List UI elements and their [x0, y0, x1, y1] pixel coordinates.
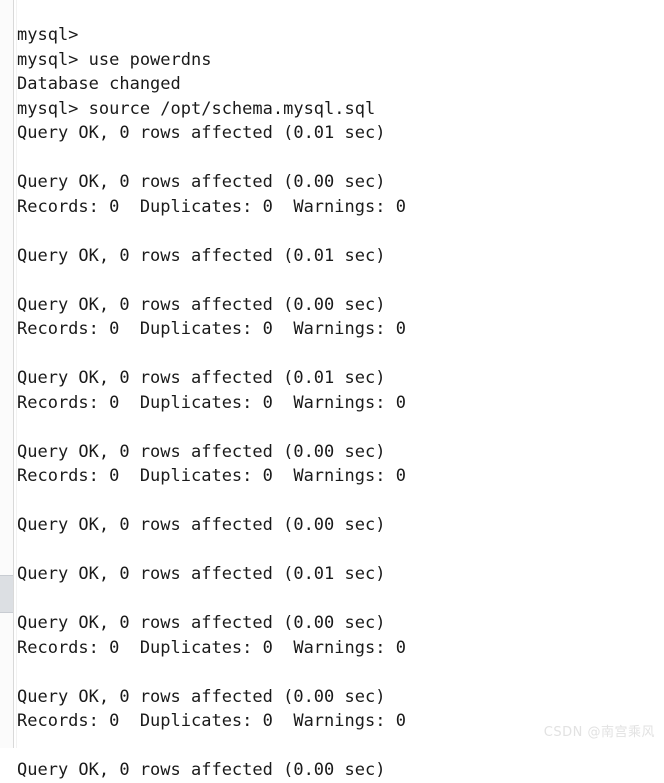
terminal-line: Database changed: [17, 74, 181, 94]
terminal-line: Records: 0 Duplicates: 0 Warnings: 0: [17, 637, 406, 658]
scrollbar-thumb[interactable]: [0, 575, 14, 613]
terminal-line: Query OK, 0 rows affected (0.00 sec): [17, 172, 386, 192]
vertical-scrollbar[interactable]: [0, 0, 14, 748]
csdn-watermark: CSDN @南宫乘风: [543, 725, 655, 740]
terminal-line: mysql> source /opt/schema.mysql.sql: [17, 98, 376, 119]
terminal-line: Query OK, 0 rows affected (0.00 sec): [17, 515, 386, 535]
terminal-line: Records: 0 Duplicates: 0 Warnings: 0: [17, 466, 406, 486]
terminal-line: Records: 0 Duplicates: 0 Warnings: 0: [17, 319, 406, 339]
terminal-line: Query OK, 0 rows affected (0.00 sec): [17, 294, 386, 315]
terminal-line: Records: 0 Duplicates: 0 Warnings: 0: [17, 196, 406, 217]
terminal-line: mysql> use powerdns: [17, 49, 212, 70]
terminal-line: mysql>: [17, 25, 79, 45]
terminal-line: Query OK, 0 rows affected (0.01 sec): [17, 564, 386, 584]
terminal-line: Query OK, 0 rows affected (0.01 sec): [17, 245, 386, 266]
terminal-line: Query OK, 0 rows affected (0.01 sec): [17, 123, 386, 143]
terminal-output[interactable]: mysql> mysql> use powerdns Database change…: [17, 23, 647, 783]
terminal-line: Records: 0 Duplicates: 0 Warnings: 0: [17, 392, 406, 413]
terminal-line: Query OK, 0 rows affected (0.00 sec): [17, 686, 386, 707]
gutter-divider: [13, 0, 14, 748]
terminal-line: Query OK, 0 rows affected (0.00 sec): [17, 441, 386, 462]
terminal-screen: mysql> mysql> use powerdns Database change…: [0, 0, 664, 780]
terminal-line: Query OK, 0 rows affected (0.00 sec): [17, 760, 386, 780]
terminal-line: Query OK, 0 rows affected (0.00 sec): [17, 613, 386, 633]
terminal-line: Query OK, 0 rows affected (0.01 sec): [17, 368, 386, 388]
